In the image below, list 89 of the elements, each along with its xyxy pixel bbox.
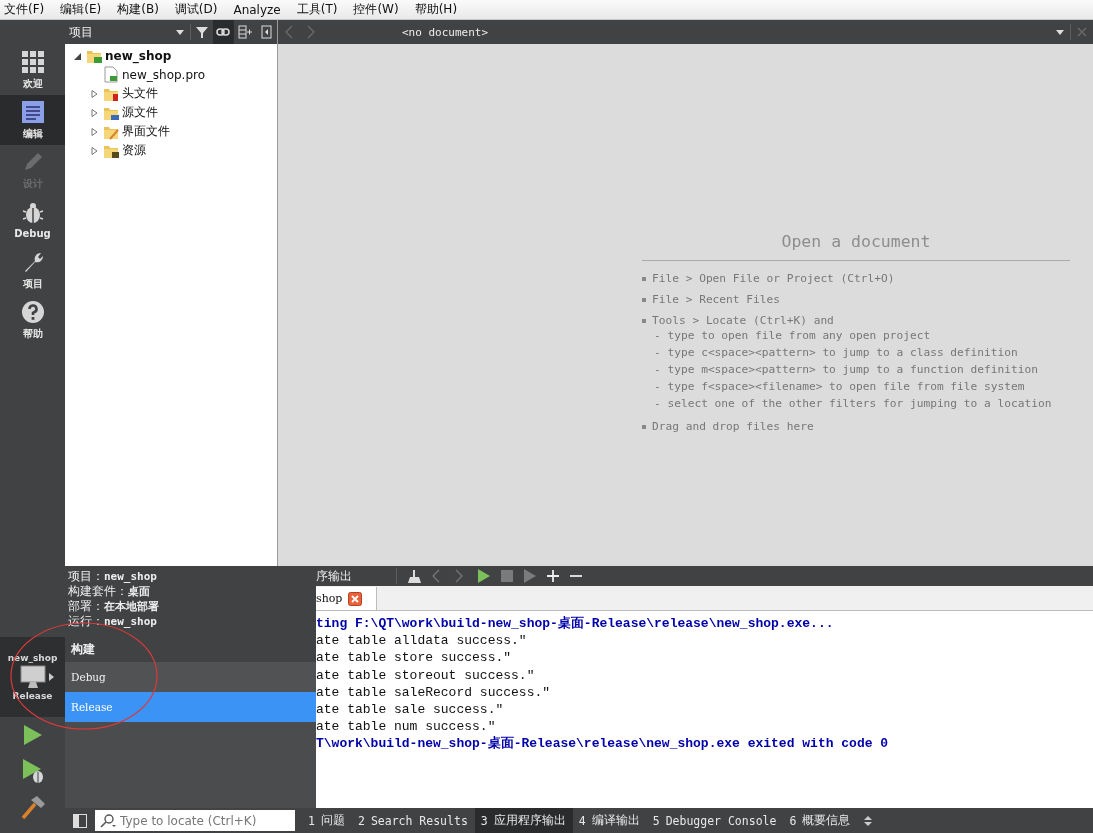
- tree-item[interactable]: 头文件: [122, 85, 158, 102]
- kit-info-line: 部署：在本地部署: [68, 599, 160, 614]
- hint-text: File > Recent Files: [652, 293, 780, 306]
- hint-text: Drag and drop files here: [652, 420, 814, 433]
- hint-text: Tools > Locate (Ctrl+K) and: [652, 314, 834, 327]
- mode-button[interactable]: 项目: [0, 245, 65, 295]
- plus-icon: [545, 569, 560, 583]
- bullet-icon: [642, 297, 646, 302]
- output-line: ting F:\QT\work\build-new_shop-桌面-Release\release\new_shop.exe...: [316, 615, 835, 633]
- output-line: ate table saleRecord success.": [316, 683, 552, 701]
- run-icon: [21, 723, 44, 747]
- output-pane-tab[interactable]: 6 概要信息: [783, 808, 858, 833]
- tree-item[interactable]: 界面文件: [122, 123, 170, 140]
- link-button[interactable]: [212, 20, 235, 44]
- stop-icon: [499, 569, 514, 583]
- menu-item[interactable]: 调试(D): [174, 1, 225, 18]
- search-icon: [100, 813, 116, 828]
- open-document-heading: Open a document: [642, 232, 1070, 261]
- close-icon[interactable]: [348, 591, 363, 606]
- hint-text: File > Open File or Project (Ctrl+O): [652, 272, 895, 285]
- mode-button[interactable]: Debug: [0, 195, 65, 245]
- bullet-icon: [642, 424, 646, 429]
- tree-item[interactable]: 资源: [122, 142, 146, 159]
- build-config-item[interactable]: Debug: [65, 662, 316, 692]
- hint-text: - select one of the other filters for jumping to a location: [653, 397, 1053, 412]
- output-pane-tab[interactable]: 2 Search Results: [351, 808, 475, 833]
- back-icon: [285, 25, 293, 39]
- caret-icon: [176, 29, 185, 35]
- output-line: ate table store success.": [316, 649, 513, 667]
- caret-icon: [48, 673, 54, 681]
- output-line: ate table alldata success.": [316, 632, 528, 650]
- forward-icon: [307, 25, 315, 39]
- bug-icon: [20, 201, 45, 225]
- output-pane-tab[interactable]: 3 应用程序输出: [474, 808, 573, 833]
- help-icon: [20, 299, 45, 324]
- collapsed-arrow-icon[interactable]: [90, 146, 98, 155]
- collapsed-arrow-icon[interactable]: [90, 108, 98, 117]
- filter-icon: [194, 25, 209, 39]
- menu-item[interactable]: Analyze: [233, 2, 288, 17]
- output-line: ate table sale success.": [316, 701, 505, 719]
- caret-icon: [1056, 29, 1064, 35]
- up-down-icon: [863, 813, 874, 828]
- bullet-icon: [642, 276, 646, 281]
- monitor-icon: [19, 665, 46, 689]
- menu-item[interactable]: 文件(F): [4, 1, 52, 18]
- output-line: T\work\build-new_shop-桌面-Release\release\new_shop.exe exited with code 0: [316, 735, 890, 753]
- broom-icon: [407, 569, 422, 583]
- menu-item[interactable]: 编辑(E): [60, 1, 109, 18]
- output-pane-tab[interactable]: 4 编译输出: [572, 808, 647, 833]
- file-icon: [103, 66, 119, 83]
- menu-item[interactable]: 帮助(H): [414, 1, 465, 18]
- kit-info-line: 项目：new_shop: [68, 569, 158, 584]
- hint-text: - type to open file from any open project: [653, 329, 932, 344]
- hint-text: - type m<space><pattern> to jump to a function definition: [653, 363, 1039, 378]
- search-field[interactable]: Type to locate (Ctrl+K): [95, 810, 295, 831]
- expanded-arrow-icon[interactable]: [73, 51, 81, 60]
- grid-icon: [20, 49, 45, 74]
- section-heading: 构建: [70, 641, 96, 658]
- tree-item[interactable]: new_shop: [105, 48, 172, 63]
- document-icon: [20, 99, 45, 124]
- menu-item[interactable]: 控件(W): [353, 1, 406, 18]
- output-tab[interactable]: shop: [316, 587, 378, 610]
- mode-button[interactable]: 帮助: [0, 295, 65, 345]
- output-pane-tab[interactable]: 1 问题: [302, 808, 352, 833]
- tree-item[interactable]: 源文件: [122, 104, 158, 121]
- hint-text: - type c<space><pattern> to jump to a class definition: [653, 346, 1019, 361]
- output-line: ate table num success.": [316, 718, 497, 736]
- close-panel-icon: [259, 25, 274, 39]
- sidebar-icon: [73, 813, 87, 828]
- debug-run-icon: [522, 569, 537, 583]
- output-line: ate table storeout success.": [316, 666, 536, 684]
- hammer-icon: [19, 794, 46, 820]
- split-icon: [237, 25, 252, 39]
- debug-run-icon: [20, 758, 45, 784]
- collapsed-arrow-icon[interactable]: [90, 89, 98, 98]
- hint-text: - type f<space><filename> to open file from file system: [653, 380, 1026, 395]
- mode-button[interactable]: 欢迎: [0, 45, 65, 95]
- kit-info-line: 构建套件：桌面: [68, 584, 151, 599]
- close-icon: [1077, 27, 1087, 37]
- collapsed-arrow-icon[interactable]: [90, 127, 98, 136]
- output-pane-tab[interactable]: 5 Debugger Console: [646, 808, 784, 833]
- tree-item[interactable]: new_shop.pro: [122, 67, 206, 82]
- pane-title: 序输出: [316, 568, 397, 584]
- link-icon: [216, 25, 231, 39]
- run-icon: [476, 569, 491, 583]
- menu-item[interactable]: 工具(T): [296, 1, 345, 18]
- bullet-icon: [642, 318, 646, 323]
- menu-item[interactable]: 构建(B): [117, 1, 166, 18]
- mode-button[interactable]: 编辑: [0, 95, 65, 145]
